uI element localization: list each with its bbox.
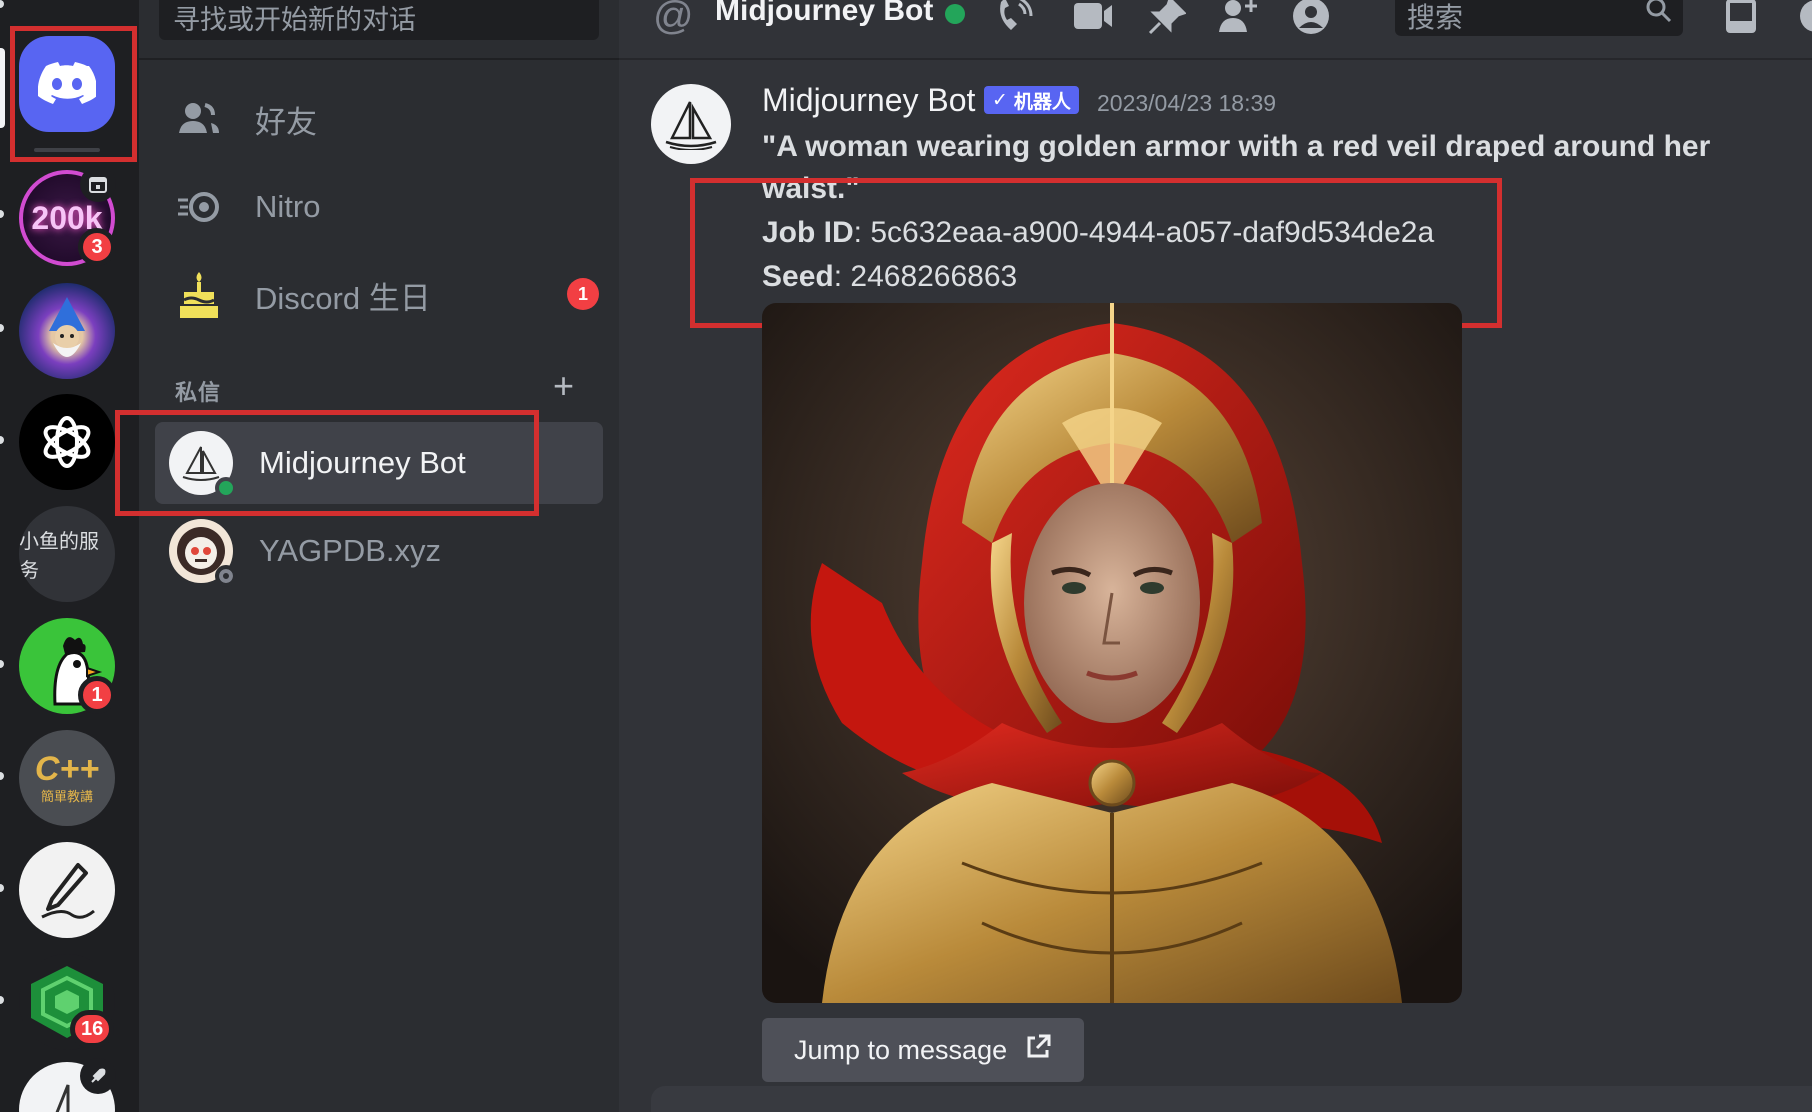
message-timestamp: 2023/04/23 18:39 (1097, 90, 1277, 116)
channel-header: @ Midjourney Bot 搜索 (619, 0, 1812, 60)
sketch-server[interactable] (19, 842, 115, 938)
boost-rocket-icon (80, 1058, 116, 1094)
message-composer[interactable] (651, 1086, 1812, 1112)
sailboat-icon (665, 101, 717, 150)
inbox-icon[interactable] (1719, 0, 1763, 38)
dm-search-input[interactable]: 寻找或开始新的对话 (159, 0, 599, 40)
bot-tag: ✓ 机器人 (984, 86, 1079, 114)
badge-count: 1 (577, 283, 588, 304)
search-placeholder: 搜索 (1407, 2, 1464, 33)
active-server-indicator (0, 48, 5, 128)
create-dm-button[interactable]: + (553, 368, 574, 404)
openai-logo-icon (43, 416, 91, 468)
pencil-icon (41, 863, 95, 919)
server-label: 小鱼的服务 (19, 531, 99, 582)
avatar (169, 519, 237, 587)
voice-call-icon[interactable] (991, 0, 1035, 38)
jump-to-message-button[interactable]: Jump to message (762, 1018, 1084, 1082)
online-status-icon (945, 4, 965, 24)
highlight-home (10, 26, 137, 162)
mention-badge: 3 (78, 228, 116, 266)
dm-user-yagpdb[interactable]: YAGPDB.xyz (155, 510, 603, 592)
badge-count: 1 (91, 683, 103, 706)
wizard-icon (49, 297, 85, 357)
nitro-icon (175, 183, 223, 231)
external-link-icon (1025, 1034, 1051, 1067)
user-profile-icon[interactable] (1289, 0, 1333, 38)
nav-label: 好友 (255, 104, 317, 140)
message-author[interactable]: Midjourney Bot (762, 82, 975, 119)
nav-birthday[interactable]: Discord 生日 1 (155, 254, 603, 336)
search-icon (1645, 0, 1673, 31)
badge-count: 16 (81, 1017, 104, 1040)
friends-icon (175, 95, 223, 143)
badge-count: 3 (91, 235, 103, 258)
add-member-icon[interactable] (1215, 0, 1259, 38)
server-rail: 200k 3 小鱼的服务 1 C++ 簡單教講 16 (0, 0, 139, 1112)
message-avatar[interactable] (651, 84, 731, 164)
header-search-input[interactable]: 搜索 (1395, 0, 1683, 36)
verified-check-icon: ✓ (992, 89, 1008, 111)
unread-indicator (0, 0, 4, 8)
jump-label: Jump to message (794, 1034, 1008, 1065)
birthday-badge: 1 (567, 278, 599, 310)
server-sublabel: 簡單教講 (40, 788, 93, 804)
cpp-server[interactable]: C++ 簡單教講 (19, 730, 115, 826)
nav-friends[interactable]: 好友 (155, 78, 603, 160)
offline-status-icon (215, 565, 237, 587)
unread-indicator (0, 884, 4, 892)
mention-badge: 16 (70, 1010, 115, 1048)
nav-nitro[interactable]: Nitro (155, 166, 603, 248)
unread-indicator (0, 210, 4, 218)
nav-label: Discord 生日 (255, 280, 431, 316)
openai-server[interactable] (19, 394, 115, 490)
nav-label: Nitro (255, 189, 321, 224)
pin-icon[interactable] (1145, 0, 1189, 38)
unread-indicator (0, 772, 4, 780)
birthday-cake-icon (175, 271, 223, 319)
server-label: C++ (34, 749, 100, 788)
armored-woman-image (762, 303, 1462, 1003)
channel-name: Midjourney Bot (715, 0, 934, 27)
dm-user-name: YAGPDB.xyz (259, 533, 442, 568)
unread-indicator (0, 324, 4, 332)
video-call-icon[interactable] (1071, 0, 1115, 38)
calendar-icon (80, 166, 116, 202)
divider (139, 58, 619, 60)
mention-badge: 1 (78, 676, 116, 714)
wizard-server[interactable] (19, 283, 115, 379)
search-placeholder: 寻找或开始新的对话 (173, 5, 416, 35)
unread-indicator (0, 436, 4, 444)
unread-indicator (0, 660, 4, 668)
highlight-dm-user (115, 410, 539, 516)
help-icon[interactable] (1789, 0, 1812, 38)
unread-indicator (0, 996, 4, 1004)
generated-image[interactable] (762, 303, 1462, 1003)
xiaoyu-server[interactable]: 小鱼的服务 (19, 506, 115, 602)
direct-messages-panel: 寻找或开始新的对话 好友 Nitro Discord 生日 1 私信 + Mid… (115, 0, 619, 1112)
dm-section-title: 私信 (175, 380, 222, 405)
bot-tag-label: 机器人 (1013, 91, 1071, 113)
at-icon: @ (653, 0, 694, 38)
